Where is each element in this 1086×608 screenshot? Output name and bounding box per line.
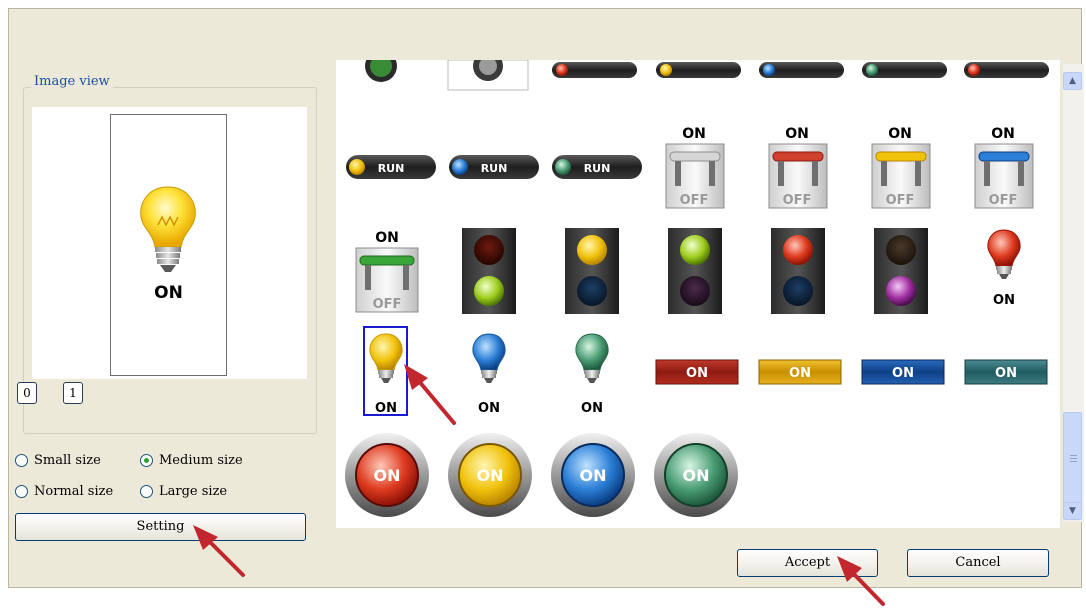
bulb-yellow[interactable]: ON [369,333,403,416]
cancel-button[interactable]: Cancel [907,549,1049,577]
run-indicator-blue[interactable]: RUN [449,155,539,179]
traffic-light-green-purple[interactable] [668,228,722,314]
bar-on-label: ON [892,366,914,381]
image-preview-frame: ON [110,114,227,376]
small-size-label: Small size [34,453,101,468]
scroll-down-icon[interactable]: ▼ [1063,502,1082,520]
radio-circle [15,454,28,467]
bar-indicator-teal[interactable]: ON [964,359,1048,385]
bar-indicator-yellow[interactable]: ON [758,359,842,385]
radio-circle [140,485,153,498]
image-gallery[interactable]: RUN RUN RUN ON OFF ON OFF ON OFF ON OFF … [336,60,1060,528]
bulb-on-label: ON [993,293,1015,308]
traffic-light-red-green[interactable] [462,228,516,314]
switch-off-label: OFF [886,193,915,208]
bulb-blue[interactable]: ON [472,333,506,416]
round-on-label: ON [683,466,710,485]
large-size-radio[interactable]: Large size [140,484,227,499]
bulb-red[interactable]: ON [987,229,1021,308]
switch-on-label: ON [375,230,399,246]
normal-size-label: Normal size [34,484,114,499]
state-0-button[interactable]: 0 [17,382,37,404]
switch-on-label: ON [682,126,706,142]
bar-on-label: ON [686,366,708,381]
scroll-thumb[interactable] [1063,412,1082,508]
bar-on-label: ON [995,366,1017,381]
toggle-switch-green[interactable]: ON OFF [355,230,419,313]
traffic-light-yellow-blue[interactable] [565,228,619,314]
bar-on-label: ON [789,366,811,381]
preview-bulb-icon [140,186,196,272]
medium-size-radio[interactable]: Medium size [140,453,243,468]
switch-on-label: ON [888,126,912,142]
round-on-label: ON [580,466,607,485]
bulb-green[interactable]: ON [575,333,609,416]
image-view-legend: Image view [31,74,113,89]
large-size-label: Large size [159,484,228,499]
scroll-up-icon[interactable]: ▲ [1063,72,1082,90]
run-label-1: RUN [378,162,405,175]
gallery-scrollbar[interactable]: ▲ ▼ [1063,64,1084,522]
switch-off-label: OFF [373,297,402,312]
toggle-switch-gray[interactable]: ON OFF [665,126,725,209]
round-button-green[interactable]: ON [654,433,738,517]
run-label-2: RUN [481,162,508,175]
toggle-switch-blue[interactable]: ON OFF [974,126,1034,209]
gallery-top-row[interactable] [346,60,1049,91]
round-button-yellow[interactable]: ON [448,433,532,517]
switch-off-label: OFF [783,193,812,208]
round-button-red[interactable]: ON [345,433,429,517]
radio-circle [15,485,28,498]
bulb-on-label: ON [375,401,397,416]
run-indicator-yellow[interactable]: RUN [346,155,436,179]
round-on-label: ON [477,466,504,485]
gallery-canvas: RUN RUN RUN ON OFF ON OFF ON OFF ON OFF … [345,60,1049,517]
setting-button[interactable]: Setting [15,513,306,541]
switch-on-label: ON [785,126,809,142]
traffic-light-amber-magenta[interactable] [874,228,928,314]
preview-on-label: ON [154,283,183,303]
normal-size-radio[interactable]: Normal size [15,484,113,499]
state-1-button[interactable]: 1 [63,382,83,404]
toggle-switch-red[interactable]: ON OFF [768,126,828,209]
radio-circle-selected [140,454,153,467]
bar-indicator-blue[interactable]: ON [861,359,945,385]
round-button-blue[interactable]: ON [551,433,635,517]
round-on-label: ON [374,466,401,485]
switch-off-label: OFF [989,193,1018,208]
bar-indicator-red[interactable]: ON [655,359,739,385]
bulb-on-label: ON [581,401,603,416]
run-label-3: RUN [584,162,611,175]
run-indicator-green[interactable]: RUN [552,155,642,179]
switch-on-label: ON [991,126,1015,142]
bulb-on-label: ON [478,401,500,416]
small-size-radio[interactable]: Small size [15,453,101,468]
traffic-light-red-blue[interactable] [771,228,825,314]
accept-button[interactable]: Accept [737,549,878,577]
medium-size-label: Medium size [159,453,243,468]
toggle-switch-yellow[interactable]: ON OFF [871,126,931,209]
switch-off-label: OFF [680,193,709,208]
